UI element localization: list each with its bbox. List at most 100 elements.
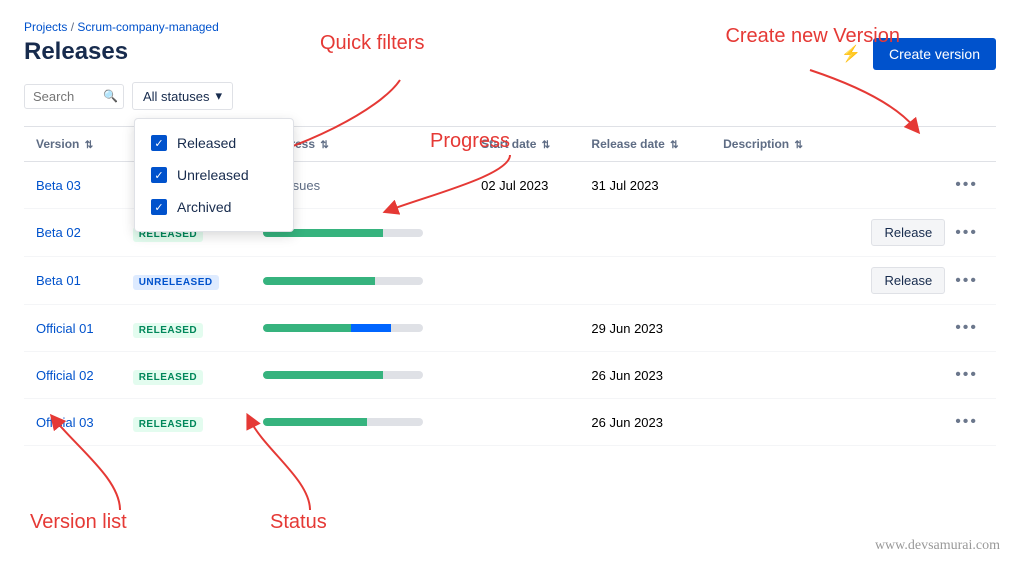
actions-cell: Release•••: [846, 219, 984, 246]
lightning-icon-btn[interactable]: ⚡: [837, 40, 865, 68]
top-bar: Releases ⚡ Create version: [24, 38, 996, 82]
cell-start-date: [469, 399, 579, 446]
table-row: Beta 01 UNRELEASED Release•••: [24, 257, 996, 305]
cell-status: RELEASED: [121, 352, 251, 399]
search-input[interactable]: [33, 89, 103, 104]
cell-progress: [251, 257, 469, 305]
col-header-release-date[interactable]: Release date ⇅: [579, 127, 711, 162]
filter-status-button[interactable]: All statuses ▾: [132, 82, 233, 110]
more-options-button[interactable]: •••: [949, 362, 984, 388]
cell-actions: •••: [834, 352, 996, 399]
breadcrumb: Projects / Scrum-company-managed: [24, 20, 996, 34]
cell-version: Beta 03: [24, 162, 121, 209]
more-options-button[interactable]: •••: [949, 409, 984, 435]
cell-actions: •••: [834, 305, 996, 352]
cell-actions: •••: [834, 162, 996, 209]
more-options-button[interactable]: •••: [949, 220, 984, 246]
progress-gray-segment: [383, 229, 423, 237]
cell-description: [711, 399, 834, 446]
chevron-down-icon: ▾: [215, 88, 222, 104]
cell-progress: [251, 352, 469, 399]
dropdown-item-released[interactable]: ✓ Released: [135, 127, 293, 159]
progress-green-segment: [263, 371, 383, 379]
checkbox-archived[interactable]: ✓: [151, 199, 167, 215]
create-version-button[interactable]: Create version: [873, 38, 996, 70]
version-link[interactable]: Official 01: [36, 321, 94, 336]
cell-status: RELEASED: [121, 399, 251, 446]
release-button[interactable]: Release: [871, 219, 945, 246]
search-icon: 🔍: [103, 89, 118, 103]
filter-label: All statuses: [143, 89, 209, 104]
col-header-actions: [834, 127, 996, 162]
cell-version: Beta 02: [24, 209, 121, 257]
cell-progress: [251, 399, 469, 446]
cell-start-date: [469, 257, 579, 305]
status-badge: RELEASED: [133, 370, 203, 385]
more-options-button[interactable]: •••: [949, 268, 984, 294]
page-wrapper: Quick filters Progress Create new Versio…: [0, 0, 1020, 574]
cell-description: [711, 257, 834, 305]
version-link[interactable]: Beta 01: [36, 273, 81, 288]
more-options-button[interactable]: •••: [949, 315, 984, 341]
release-button[interactable]: Release: [871, 267, 945, 294]
progress-green-segment: [263, 277, 375, 285]
cell-description: [711, 352, 834, 399]
more-options-button[interactable]: •••: [949, 172, 984, 198]
checkbox-unreleased[interactable]: ✓: [151, 167, 167, 183]
cell-version: Official 01: [24, 305, 121, 352]
cell-version: Official 02: [24, 352, 121, 399]
version-link[interactable]: Official 02: [36, 368, 94, 383]
actions-cell: •••: [846, 362, 984, 388]
table-row: Official 03RELEASED26 Jun 2023•••: [24, 399, 996, 446]
cell-progress: [251, 305, 469, 352]
cell-actions: Release•••: [834, 257, 996, 305]
breadcrumb-projects[interactable]: Projects: [24, 20, 67, 34]
cell-description: [711, 162, 834, 209]
version-link[interactable]: Official 03: [36, 415, 94, 430]
search-box[interactable]: 🔍: [24, 84, 124, 109]
cell-description: [711, 305, 834, 352]
progress-gray-segment: [375, 277, 423, 285]
progress-gray-segment: [391, 324, 423, 332]
actions-cell: Release•••: [846, 267, 984, 294]
table-row: Official 02RELEASED26 Jun 2023•••: [24, 352, 996, 399]
annotation-status: Status: [270, 511, 327, 534]
sort-icon-version: ⇅: [85, 140, 93, 151]
dropdown-item-unreleased[interactable]: ✓ Unreleased: [135, 159, 293, 191]
cell-release-date: 31 Jul 2023: [579, 162, 711, 209]
progress-bar: [263, 277, 423, 285]
progress-bar: [263, 371, 423, 379]
actions-cell: •••: [846, 172, 984, 198]
cell-release-date: [579, 257, 711, 305]
progress-gray-segment: [367, 418, 423, 426]
header-actions: ⚡ Create version: [837, 38, 996, 70]
version-link[interactable]: Beta 02: [36, 225, 81, 240]
page-title: Releases: [24, 38, 128, 66]
actions-cell: •••: [846, 315, 984, 341]
cell-status: RELEASED: [121, 305, 251, 352]
cell-start-date: [469, 352, 579, 399]
dropdown-item-archived[interactable]: ✓ Archived: [135, 191, 293, 223]
cell-start-date: [469, 305, 579, 352]
sort-icon-progress: ⇅: [320, 140, 328, 151]
status-badge: RELEASED: [133, 417, 203, 432]
breadcrumb-project[interactable]: Scrum-company-managed: [77, 20, 218, 34]
sort-icon-start: ⇅: [542, 140, 550, 151]
dropdown-label-unreleased: Unreleased: [177, 167, 249, 183]
status-badge: UNRELEASED: [133, 275, 219, 290]
cell-actions: Release•••: [834, 209, 996, 257]
cell-description: [711, 209, 834, 257]
watermark: www.devsamurai.com: [875, 538, 1000, 554]
cell-release-date: 29 Jun 2023: [579, 305, 711, 352]
table-row: Official 01 RELEASED 29 Jun 2023 •••: [24, 305, 996, 352]
col-header-start-date[interactable]: Start date ⇅: [469, 127, 579, 162]
progress-blue-segment: [351, 324, 391, 332]
cell-release-date: [579, 209, 711, 257]
status-badge: RELEASED: [133, 323, 203, 338]
col-header-description[interactable]: Description ⇅: [711, 127, 834, 162]
actions-cell: •••: [846, 409, 984, 435]
version-link[interactable]: Beta 03: [36, 178, 81, 193]
progress-bar: [263, 418, 423, 426]
col-header-version[interactable]: Version ⇅: [24, 127, 121, 162]
checkbox-released[interactable]: ✓: [151, 135, 167, 151]
